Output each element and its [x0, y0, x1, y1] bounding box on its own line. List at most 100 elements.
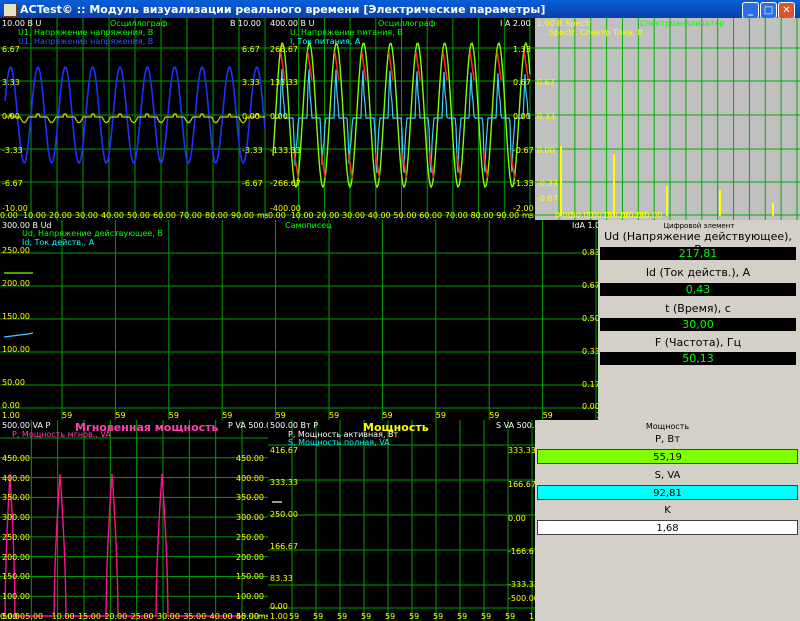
- trend-x-0: 1.00: [2, 411, 20, 420]
- spectrum-plot: [535, 18, 800, 220]
- power-label-s: S, VA: [654, 470, 681, 481]
- osc2-y-left-3: -133.33: [270, 146, 301, 155]
- oscilloscope-panel-2[interactable]: 400.00 В U Осциллограф I A 2.00 U, Напря…: [268, 18, 535, 220]
- trend-x-8: 59: [435, 411, 446, 420]
- ipow-x-3: 15.00: [78, 612, 101, 621]
- trend-ymax-right: IdA 1.00: [572, 221, 598, 230]
- instant-power-panel[interactable]: 500.00 VA P Мгновенная мощность P VA 500…: [0, 420, 268, 621]
- instant-power-waveform: [4, 473, 242, 617]
- osc1-y-left-1: 3.33: [2, 78, 20, 87]
- trend-y-left-4: 50.00: [2, 378, 25, 387]
- osc2-x-1: 10.00: [290, 211, 314, 220]
- spectrum-y-0: 0.67: [537, 78, 555, 87]
- spectrum-panel[interactable]: 1.00 В Spectr Спектроанализатор Spectr, …: [535, 18, 800, 220]
- ptr-y-right-4: -333.33: [508, 580, 535, 589]
- digital-element-panel: Цифровой элемент Ud (Напряжение действую…: [598, 220, 800, 420]
- osc2-y-right-0: 1.33: [513, 45, 531, 54]
- ptr-x-4: 59: [361, 612, 372, 621]
- osc1-legend-1: U1, Напряжение напряжения, В: [18, 28, 154, 37]
- power-label-p: P, Вт: [654, 434, 681, 445]
- ipow-y-right-4: 250.00: [236, 532, 264, 542]
- maximize-button[interactable]: □: [760, 2, 777, 19]
- power-value-p: 55,19: [537, 449, 798, 464]
- trend-y-right-5: 0.00: [582, 402, 598, 411]
- ipow-x-4: 20.00: [104, 612, 128, 621]
- power-values-panel: Мощность P, Вт 55,19 S, VA 92,81 K 1,68: [535, 420, 800, 621]
- power-value-k: 1,68: [537, 520, 798, 535]
- ipow-x-5: 25.00: [130, 612, 154, 621]
- ptr-y-right-2: 0.00: [508, 514, 526, 523]
- osc1-x-4: 40.00: [101, 211, 124, 220]
- osc1-x-8: 80.00: [205, 211, 228, 220]
- osc2-y-left-2: 0.00: [270, 112, 288, 121]
- osc2-legend-2: I, Ток питания, А: [290, 37, 361, 46]
- ptr-y-left-2: 250.00: [270, 510, 298, 519]
- osc2-y-right-3: -0.67: [513, 146, 534, 155]
- digital-value-ud: 217,81: [600, 247, 796, 260]
- osc1-y-right-2: 0.00: [242, 112, 260, 121]
- ipow-y-left-5: 200.00: [2, 552, 30, 562]
- osc2-ymax-right: I A 2.00: [500, 19, 531, 28]
- ptr-y-right-3: -166.67: [508, 547, 535, 556]
- recorder-panel[interactable]: 300.00 В Ud Самописец IdA 1.00 Ud, Напря…: [0, 220, 598, 420]
- spectrum-x-5: 250.00: [634, 211, 663, 220]
- trend-panel-name: Самописец: [285, 221, 332, 230]
- digital-value-t: 30,00: [600, 318, 796, 331]
- trend-x-7: 59: [382, 411, 393, 420]
- osc1-y-left-3: -3.33: [2, 146, 23, 155]
- ipow-y-left-0: 450.00: [2, 453, 30, 463]
- osc1-ymax-left: 10.00 В U: [2, 19, 42, 28]
- ipow-y-right-6: 150.00: [236, 572, 264, 582]
- trend-current-line: [3, 332, 34, 338]
- spectrum-panel-name: Спектроанализатор: [640, 19, 725, 28]
- digital-value-id: 0,43: [600, 283, 796, 296]
- recorder-plot: [0, 220, 598, 420]
- spectrum-y-2: 0.00: [537, 146, 555, 155]
- osc1-ymax-right: В 10.00: [230, 19, 261, 28]
- osc1-panel-name: Осциллограф: [110, 19, 168, 28]
- ptr-x-2: 59: [313, 612, 324, 621]
- ipow-x-6: 30.00: [157, 612, 180, 621]
- osc2-legend-1: U, Напряжение питания, В: [290, 28, 403, 37]
- ipow-x-8: 40.00: [209, 612, 233, 621]
- digital-label-id: Id (Ток действ.), А: [600, 266, 796, 279]
- osc2-y-right-2: 0.00: [513, 112, 531, 121]
- digital-label-t: t (Время), с: [600, 302, 796, 315]
- oscilloscope-panel-1[interactable]: 10.00 В U Осциллограф В 10.00 U1, Напряж…: [0, 18, 268, 220]
- ipow-ymax-left: 500.00 VA P: [2, 421, 51, 430]
- osc1-x-9: 90.00: [231, 211, 254, 220]
- app-icon[interactable]: [3, 3, 17, 17]
- power-recorder-panel[interactable]: 500.00 Вт P Мощность S VA 500.00 P, Мощн…: [268, 420, 535, 621]
- osc1-y-right-4: -6.67: [242, 179, 263, 188]
- osc1-x-2: 20.00: [49, 211, 72, 220]
- minimize-button[interactable]: _: [742, 2, 759, 19]
- ptr-x-3: 59: [337, 612, 348, 621]
- ptr-x-1: 59: [289, 612, 300, 621]
- osc1-y-left-4: -6.67: [2, 179, 23, 188]
- trend-x-5: 59: [275, 411, 286, 420]
- ptr-x-5: 59: [385, 612, 396, 621]
- ptr-y-right-0: 333.33: [508, 446, 535, 455]
- spectrum-legend: Spectr, Спектр Тока, В: [549, 28, 643, 37]
- trend-y-right-0: 0.83: [582, 248, 598, 257]
- ipow-y-left-7: 100.00: [2, 592, 30, 602]
- ptr-x-8: 59: [457, 612, 468, 621]
- ptr-y-left-3: 166.67: [270, 542, 298, 551]
- ptr-x-9: 59: [481, 612, 492, 621]
- osc1-y-left-2: 0.00: [2, 112, 20, 121]
- ipow-y-right-5: 200.00: [236, 552, 264, 562]
- trend-y-right-2: 0.50: [582, 314, 598, 323]
- ipow-x-0: 0.00: [0, 612, 18, 621]
- ptr-y-right-5: -500.00: [508, 594, 535, 603]
- ipow-y-right-0: 450.00: [236, 453, 264, 463]
- power-value-s: 92,81: [537, 485, 798, 500]
- window-title: ACTest© :: Модуль визуализации реального…: [20, 3, 546, 16]
- ipow-y-left-3: 300.00: [2, 513, 30, 523]
- ipow-x-9: 45.00: [236, 612, 259, 621]
- close-button[interactable]: ✕: [778, 2, 795, 19]
- ipow-y-left-2: 350.00: [2, 493, 30, 503]
- maximize-icon: □: [763, 5, 774, 16]
- digital-header: Цифровой элемент: [663, 222, 735, 230]
- ipow-x-10: ms: [258, 612, 268, 621]
- ptr-x-7: 59: [433, 612, 444, 621]
